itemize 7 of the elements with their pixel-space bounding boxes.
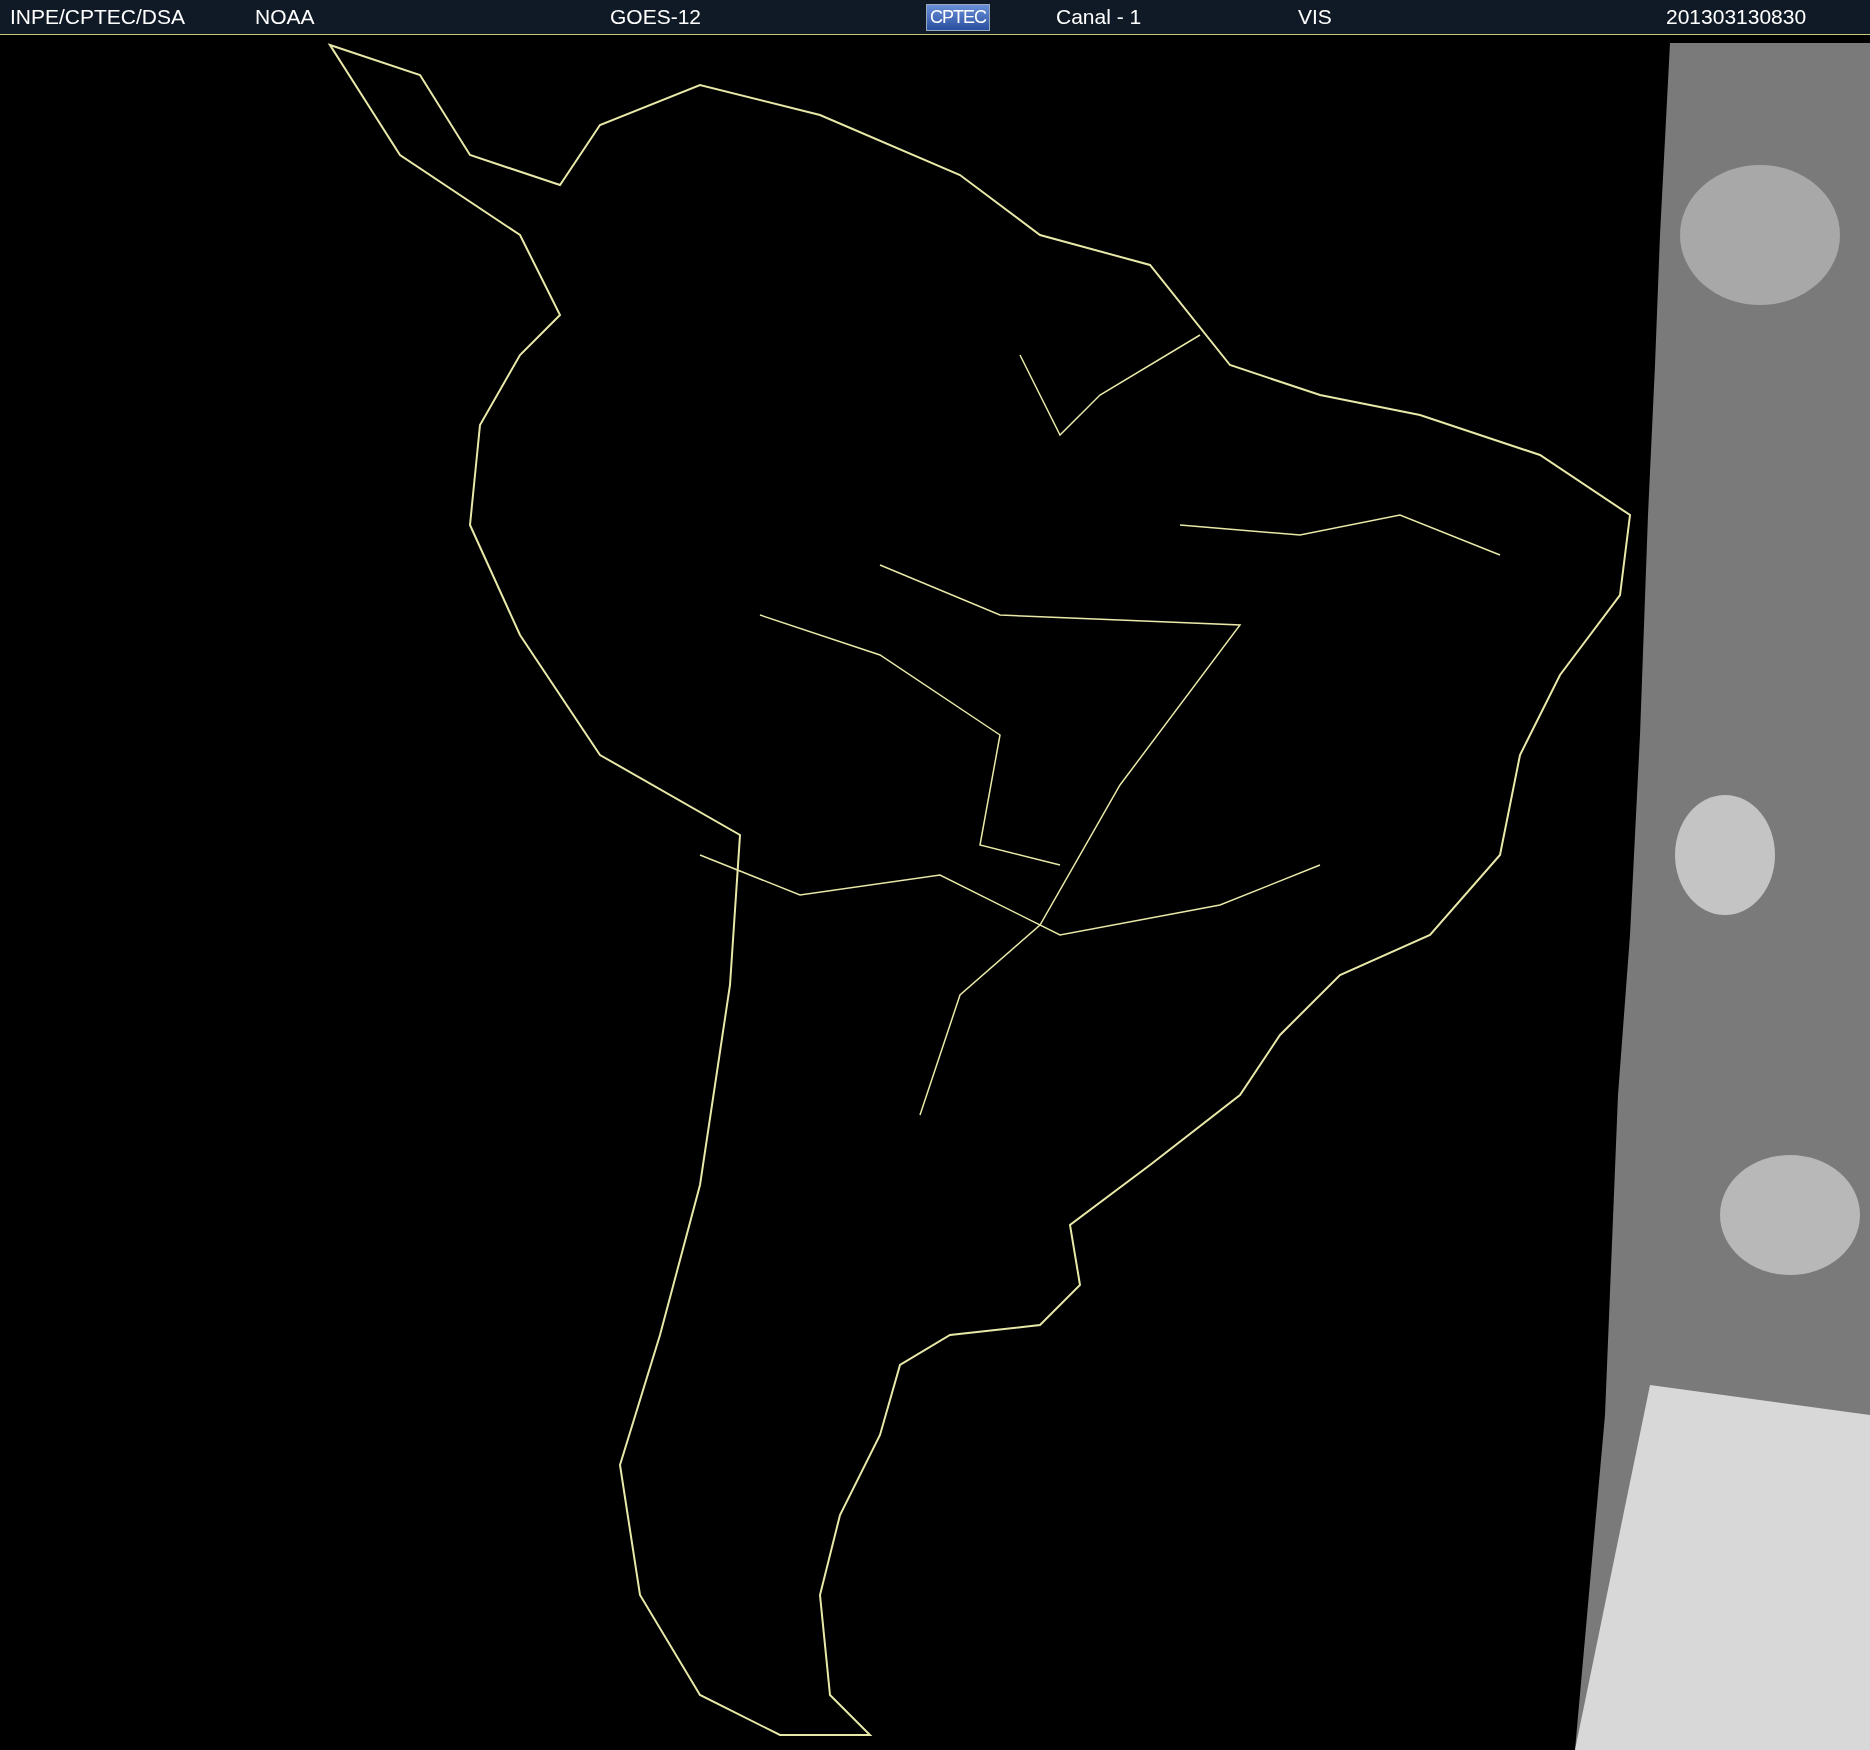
header-label: INPE/CPTEC/DSA	[10, 5, 186, 29]
header-label: 201303130830	[1666, 5, 1807, 29]
logo: CPTEC	[926, 3, 990, 31]
header-label: Canal - 1	[1056, 5, 1142, 29]
header-label: NOAA	[255, 5, 315, 29]
header-label: GOES-12	[610, 5, 702, 29]
header-label: VIS	[1298, 5, 1332, 29]
